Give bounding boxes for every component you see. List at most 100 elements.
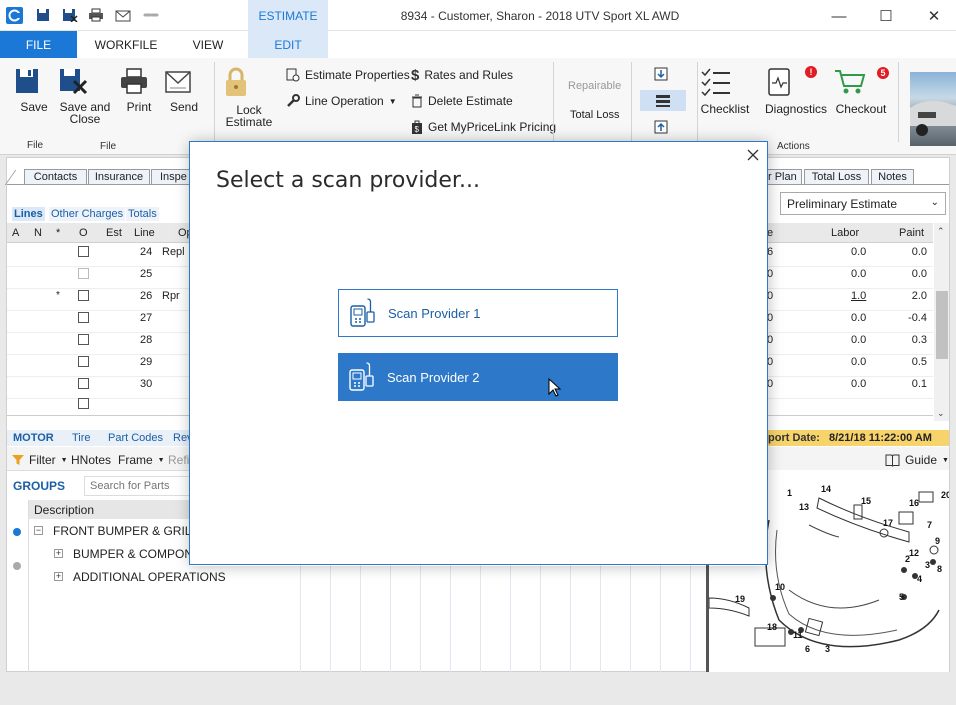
- repairable-button[interactable]: Repairable: [568, 80, 621, 92]
- minimize-button[interactable]: —: [827, 5, 851, 27]
- ribbon-separator-2: [553, 62, 554, 142]
- scrollbar-thumb[interactable]: [936, 291, 948, 359]
- print-button[interactable]: Print: [119, 67, 159, 113]
- hnotes-button[interactable]: HNotes: [71, 453, 111, 467]
- diagram-callout[interactable]: 12: [909, 548, 919, 558]
- print-icon[interactable]: [88, 8, 104, 23]
- tree-toggle-icon[interactable]: +: [54, 549, 63, 558]
- save-and-close-button[interactable]: Save and Close: [58, 67, 112, 125]
- col-line[interactable]: Line: [134, 227, 155, 239]
- checklist-button[interactable]: Checklist: [700, 67, 750, 115]
- tab-part-codes[interactable]: Part Codes: [108, 432, 163, 444]
- diagram-callout[interactable]: 6: [805, 644, 810, 654]
- move-up-icon[interactable]: [654, 120, 668, 134]
- tab-tire[interactable]: Tire: [72, 432, 91, 444]
- tab-workfile[interactable]: WORKFILE: [86, 31, 166, 58]
- scan-provider-2-button[interactable]: Scan Provider 2: [338, 353, 618, 401]
- diagram-callout[interactable]: 19: [735, 594, 745, 604]
- tab-notes[interactable]: Notes: [871, 169, 914, 184]
- col-star[interactable]: *: [56, 227, 60, 239]
- diagram-callout[interactable]: 15: [861, 496, 871, 506]
- tab-totals[interactable]: Totals: [126, 207, 159, 221]
- search-parts-input[interactable]: [84, 476, 194, 496]
- row-checkbox[interactable]: [78, 246, 89, 257]
- tab-file[interactable]: FILE: [0, 31, 77, 58]
- diagram-callout[interactable]: 8: [937, 564, 942, 574]
- dialog-close-button[interactable]: [744, 146, 762, 164]
- row-checkbox[interactable]: [78, 290, 89, 301]
- col-est[interactable]: Est: [106, 227, 122, 239]
- diagram-callout[interactable]: 4: [917, 574, 922, 584]
- delete-estimate-button[interactable]: Delete Estimate: [411, 93, 513, 109]
- guide-dropdown[interactable]: Guide ▼: [885, 452, 949, 468]
- link-icon[interactable]: [143, 8, 159, 23]
- row-line-number: 24: [140, 246, 153, 258]
- lock-estimate-button[interactable]: Lock Estimate: [224, 66, 274, 128]
- mypricelink-button[interactable]: $ Get MyPriceLink Pricing: [411, 119, 556, 135]
- total-loss-button[interactable]: Total Loss: [570, 109, 620, 121]
- row-checkbox[interactable]: [78, 356, 89, 367]
- estimate-context-label: ESTIMATE: [248, 0, 328, 31]
- tab-lines[interactable]: Lines: [12, 207, 45, 221]
- diagram-callout[interactable]: 5: [899, 592, 904, 602]
- send-button[interactable]: Send: [164, 67, 204, 113]
- estimate-properties-button[interactable]: Estimate Properties: [286, 67, 410, 83]
- tree-toggle-icon[interactable]: +: [54, 572, 63, 581]
- estimate-type-select[interactable]: Preliminary Estimate ⌄: [780, 192, 946, 215]
- col-labor[interactable]: Labor: [831, 227, 859, 239]
- diagram-callout[interactable]: 11: [793, 630, 803, 640]
- diagram-callout[interactable]: 7: [927, 520, 932, 530]
- description-column-header[interactable]: Description: [34, 503, 94, 517]
- diagram-callout[interactable]: 10: [775, 582, 785, 592]
- tab-edit[interactable]: EDIT: [248, 31, 328, 59]
- save-icon[interactable]: [36, 8, 52, 23]
- diagram-callout[interactable]: 1: [787, 488, 792, 498]
- move-down-icon[interactable]: [654, 67, 668, 81]
- line-operation-dropdown[interactable]: Line Operation ▼: [286, 93, 397, 109]
- tab-total-loss[interactable]: Total Loss: [804, 169, 869, 184]
- row-checkbox[interactable]: [78, 312, 89, 323]
- col-paint[interactable]: Paint: [899, 227, 924, 239]
- diagram-callout[interactable]: 16: [909, 498, 919, 508]
- diagram-callout[interactable]: 3: [925, 560, 930, 570]
- vehicle-photo[interactable]: [910, 72, 956, 146]
- close-window-button[interactable]: ✕: [922, 5, 946, 27]
- scroll-down-icon[interactable]: ⌄: [937, 408, 945, 419]
- diagram-callout[interactable]: 9: [935, 536, 940, 546]
- col-n[interactable]: N: [34, 227, 42, 239]
- col-a[interactable]: A: [12, 227, 19, 239]
- tab-motor[interactable]: MOTOR: [13, 432, 54, 444]
- scan-provider-1-button[interactable]: Scan Provider 1: [338, 289, 618, 337]
- row-paint-value: 0.3: [911, 334, 927, 346]
- save-button[interactable]: Save: [14, 67, 54, 113]
- tab-insurance[interactable]: Insurance: [88, 169, 150, 184]
- save-and-close-icon[interactable]: [62, 8, 78, 23]
- tab-inspection[interactable]: Inspe: [151, 169, 191, 184]
- row-checkbox[interactable]: [78, 334, 89, 345]
- tree-toggle-icon[interactable]: −: [34, 526, 43, 535]
- tab-repair-plan[interactable]: r Plan: [767, 169, 802, 184]
- diagram-callout[interactable]: 3: [825, 644, 830, 654]
- row-checkbox[interactable]: [78, 268, 89, 279]
- frame-dropdown[interactable]: Frame ▼: [118, 452, 165, 468]
- refine-button[interactable]: Refi: [168, 453, 189, 467]
- diagram-callout[interactable]: 13: [799, 502, 809, 512]
- col-o[interactable]: O: [79, 227, 88, 239]
- tab-other-charges[interactable]: Other Charges: [49, 207, 126, 221]
- ribbon-separator: [214, 62, 215, 142]
- tab-contacts[interactable]: Contacts: [24, 169, 87, 184]
- tab-view[interactable]: VIEW: [180, 31, 236, 58]
- diagram-callout[interactable]: 14: [821, 484, 831, 494]
- row-checkbox[interactable]: [78, 398, 89, 409]
- filter-dropdown[interactable]: Filter ▼: [12, 452, 68, 468]
- report-date-label: port Date:: [768, 432, 820, 444]
- rates-and-rules-button[interactable]: $ Rates and Rules: [411, 67, 513, 84]
- diagram-callout[interactable]: 17: [883, 518, 893, 528]
- send-icon[interactable]: [115, 8, 131, 23]
- diagram-callout[interactable]: 20: [941, 490, 949, 500]
- diagram-callout[interactable]: 18: [767, 622, 777, 632]
- scroll-up-icon[interactable]: ⌃: [937, 226, 945, 237]
- diagram-callout[interactable]: 2: [905, 554, 910, 564]
- maximize-button[interactable]: ☐: [874, 5, 898, 27]
- row-checkbox[interactable]: [78, 378, 89, 389]
